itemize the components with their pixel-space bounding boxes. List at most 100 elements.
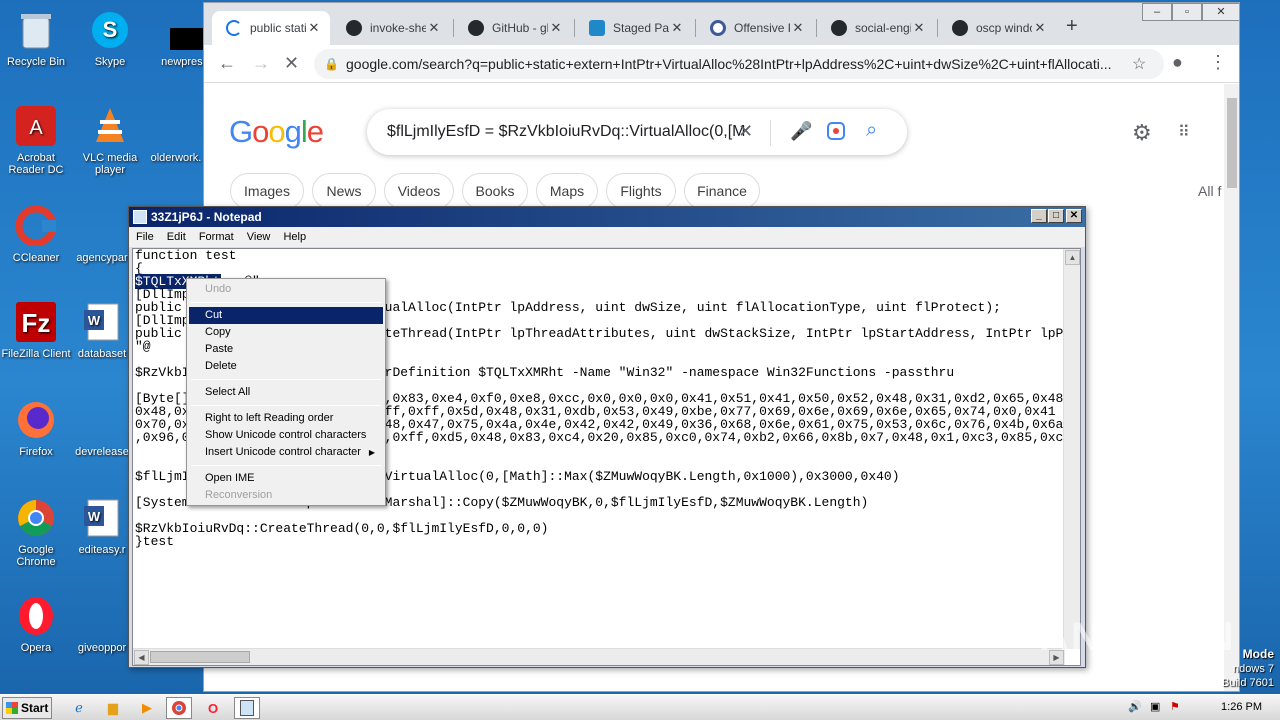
back-button[interactable]: ← [218, 53, 236, 74]
close-tab-icon[interactable]: ✕ [426, 20, 442, 36]
page-scrollbar[interactable] [1224, 84, 1239, 691]
scroll-left-button[interactable]: ◀ [134, 650, 149, 665]
profile-icon[interactable]: ● [1172, 52, 1183, 73]
clear-search-icon[interactable]: ✕ [738, 121, 753, 142]
desktop-icon-skype[interactable]: S Skype [72, 8, 148, 68]
tab-invoke-shell[interactable]: invoke-shell ✕ [332, 11, 450, 45]
chip-finance[interactable]: Finance [684, 173, 760, 209]
close-tab-icon[interactable]: ✕ [548, 20, 564, 36]
desktop-icon-filezilla[interactable]: Fz FileZilla Client [0, 300, 74, 360]
all-filters-link[interactable]: All f [1198, 183, 1221, 199]
context-menu-item-delete[interactable]: Delete [189, 358, 383, 375]
vlc-icon [88, 104, 132, 148]
anyrun-watermark: ANY RUN [1040, 615, 1236, 659]
settings-gear-icon[interactable]: ⚙ [1132, 120, 1152, 146]
acrobat-icon: A [14, 104, 58, 148]
lens-search-icon[interactable] [826, 121, 846, 146]
explorer-taskbar-icon[interactable]: ▆ [100, 697, 126, 719]
tab-social-engin[interactable]: social-engin ✕ [817, 11, 935, 45]
desktop-icon-opera[interactable]: Opera [0, 594, 74, 654]
stop-button[interactable]: ✕ [284, 53, 299, 74]
scroll-up-button[interactable]: ▲ [1065, 250, 1080, 265]
close-tab-icon[interactable]: ✕ [790, 20, 806, 36]
skype-icon: S [88, 8, 132, 52]
context-menu-separator [191, 405, 381, 406]
menu-icon[interactable]: ⋮ [1209, 52, 1227, 73]
desktop-icon-recycle-bin[interactable]: Recycle Bin [0, 8, 74, 68]
tab-offensive[interactable]: Offensive P ✕ [696, 11, 814, 45]
menu-help[interactable]: Help [283, 227, 306, 247]
notepad-minimize-button[interactable]: _ [1031, 209, 1047, 223]
close-tab-icon[interactable]: ✕ [669, 20, 685, 36]
desktop-icon-vlc[interactable]: VLC media player [72, 104, 148, 176]
notepad-horizontal-scrollbar[interactable]: ◀ ▶ [133, 648, 1065, 665]
flag-alert-icon[interactable]: ⚑ [1170, 700, 1180, 713]
file-icon [154, 104, 198, 148]
notepad-title-bar[interactable]: 33Z1jP6J - Notepad [129, 207, 1085, 227]
chip-books[interactable]: Books [462, 173, 528, 209]
svg-text:W: W [88, 313, 101, 328]
tab-oscp-windo[interactable]: oscp windo ✕ [938, 11, 1056, 45]
context-menu-label: Reconversion [205, 489, 273, 501]
minimize-button[interactable]: – [1142, 3, 1172, 21]
chip-maps[interactable]: Maps [536, 173, 598, 209]
notepad-taskbar-icon[interactable] [234, 697, 260, 719]
close-tab-icon[interactable]: ✕ [1032, 20, 1048, 36]
context-menu-item-insert-unicode-control-character[interactable]: Insert Unicode control character ▶ [189, 444, 383, 461]
notepad-maximize-button[interactable]: □ [1048, 209, 1064, 223]
desktop-icon-ccleaner[interactable]: CCleaner [0, 204, 74, 264]
context-menu-label: Undo [205, 283, 232, 295]
chip-images[interactable]: Images [230, 173, 304, 209]
google-logo[interactable]: Google [229, 114, 324, 150]
notepad-line[interactable]: function test [135, 249, 1080, 262]
tab-staged-pay[interactable]: Staged Pay ✕ [575, 11, 693, 45]
horizontal-scroll-thumb[interactable] [150, 651, 250, 663]
desktop-icon-chrome[interactable]: Google Chrome [0, 496, 74, 568]
maximize-button[interactable]: ▫ [1172, 3, 1202, 21]
context-menu-item-copy[interactable]: Copy [189, 324, 383, 341]
chip-videos[interactable]: Videos [384, 173, 454, 209]
menu-view[interactable]: View [247, 227, 271, 247]
chip-flights[interactable]: Flights [606, 173, 676, 209]
tab-public-static[interactable]: public static ✕ [212, 11, 330, 45]
close-tab-icon[interactable]: ✕ [306, 20, 322, 36]
context-menu-item-cut[interactable]: Cut [189, 307, 383, 324]
scrollbar-thumb[interactable] [1227, 98, 1237, 188]
voice-search-icon[interactable]: 🎤 [790, 121, 812, 142]
ie-taskbar-icon[interactable]: ℯ [66, 697, 92, 719]
clock[interactable]: 1:26 PM [1221, 701, 1262, 713]
desktop-icon-acrobat[interactable]: A Acrobat Reader DC [0, 104, 74, 176]
word-icon: W [80, 496, 124, 540]
address-bar[interactable]: 🔒 google.com/search?q=public+static+exte… [314, 49, 1164, 79]
notepad-line[interactable]: { [135, 262, 1080, 275]
notepad-line[interactable]: }test [135, 535, 1080, 548]
tab-github[interactable]: GitHub - gh ✕ [454, 11, 572, 45]
network-icon[interactable]: ▣ [1150, 700, 1160, 713]
bookmark-star-icon[interactable]: ☆ [1132, 54, 1146, 74]
new-tab-button[interactable]: + [1066, 15, 1078, 38]
search-icon[interactable]: ⌕ [866, 119, 877, 142]
chrome-taskbar-icon[interactable] [166, 697, 192, 719]
close-window-button[interactable]: ✕ [1202, 3, 1239, 21]
volume-icon[interactable]: 🔊 [1128, 700, 1142, 713]
media-player-taskbar-icon[interactable]: ▶ [134, 697, 160, 719]
context-menu-item-open-ime[interactable]: Open IME [189, 470, 383, 487]
desktop-icon-firefox[interactable]: Firefox [0, 398, 74, 458]
notepad-vertical-scrollbar[interactable]: ▲ [1063, 249, 1080, 649]
context-menu-item-select-all[interactable]: Select All [189, 384, 383, 401]
apps-grid-icon[interactable]: ⠿ [1178, 122, 1190, 142]
notepad-line[interactable]: $RzVkbIoiuRvDq::CreateThread(0,0,$flLjmI… [135, 522, 1080, 535]
context-menu-label: Paste [205, 343, 234, 355]
menu-edit[interactable]: Edit [167, 227, 186, 247]
menu-file[interactable]: File [136, 227, 154, 247]
notepad-close-button[interactable]: ✕ [1066, 209, 1082, 223]
start-button[interactable]: Start [2, 697, 52, 719]
close-tab-icon[interactable]: ✕ [911, 20, 927, 36]
chip-news[interactable]: News [312, 173, 376, 209]
context-menu-item-show-unicode-control-characters[interactable]: Show Unicode control characters [189, 427, 383, 444]
context-menu-item-paste[interactable]: Paste [189, 341, 383, 358]
menu-format[interactable]: Format [199, 227, 234, 247]
context-menu-item-right-to-left-reading-order[interactable]: Right to left Reading order [189, 410, 383, 427]
opera-taskbar-icon[interactable]: O [200, 697, 226, 719]
forward-button[interactable]: → [252, 53, 270, 74]
